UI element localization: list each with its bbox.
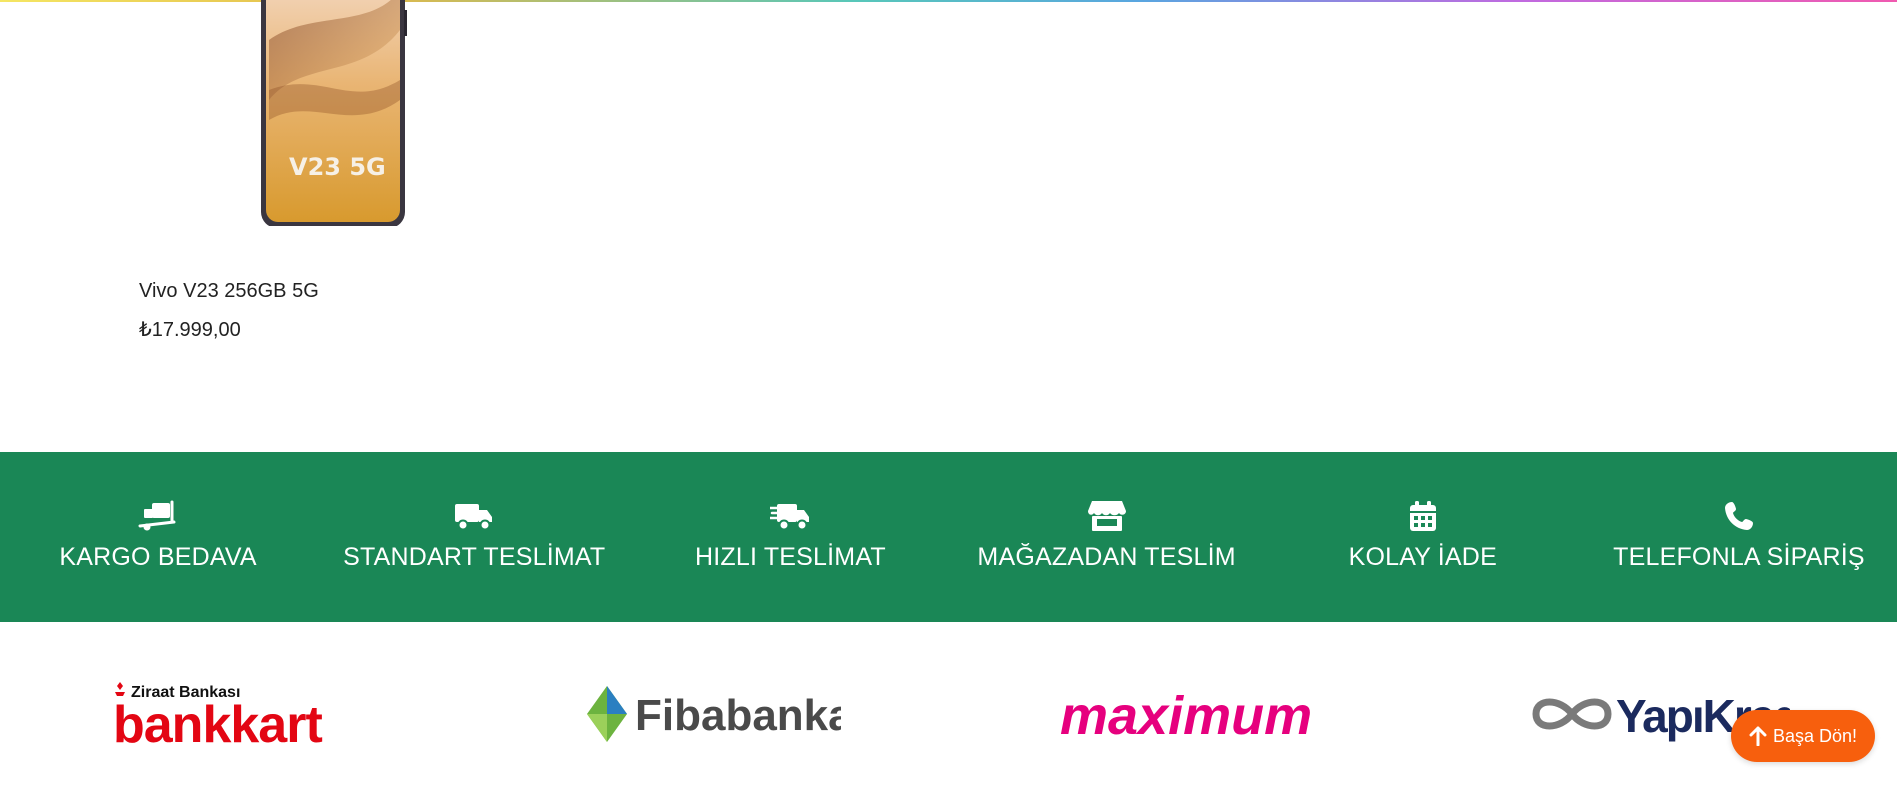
feature-magazadan-teslim: MAĞAZADAN TESLİM [949,452,1265,622]
bank-logos-row: Ziraat Bankası bankkart Fibabanka maximu… [0,622,1897,787]
feature-kolay-iade: KOLAY İADE [1265,452,1581,622]
fast-truck-icon [770,499,810,533]
product-image[interactable]: V23 5G [261,0,541,226]
feature-standart-teslimat: STANDART TESLİMAT [316,452,632,622]
product-name[interactable]: Vivo V23 256GB 5G [139,280,319,303]
bank-logo-maximum[interactable]: maximum [949,622,1423,787]
store-icon [1087,499,1127,533]
feature-telefonla-siparis: TELEFONLA SİPARİŞ [1581,452,1897,622]
phone-model-text: V23 5G [289,153,386,181]
bank-logo-bankkart[interactable]: Ziraat Bankası bankkart [0,622,474,787]
truck-icon [454,499,494,533]
calendar-icon [1403,499,1443,533]
product-price: ₺17.999,00 [139,319,241,341]
arrow-up-icon [1749,726,1767,746]
svg-text:maximum: maximum [1060,686,1312,746]
bankkart-logo: Ziraat Bankası bankkart [113,682,324,748]
svg-text:bankkart: bankkart [113,696,322,748]
maximum-logo: maximum [1060,686,1312,746]
feature-label: STANDART TESLİMAT [343,542,606,571]
feature-label: KOLAY İADE [1348,542,1497,571]
back-to-top-button[interactable]: Başa Dön! [1731,710,1875,762]
back-to-top-label: Başa Dön! [1772,725,1858,746]
bank-logo-fibabanka[interactable]: Fibabanka [474,622,948,787]
feature-label: KARGO BEDAVA [59,542,257,571]
feature-label: MAĞAZADAN TESLİM [977,542,1236,571]
phone-icon [1719,499,1759,533]
fibabanka-logo: Fibabanka [587,686,841,742]
feature-kargo-bedava: KARGO BEDAVA [0,452,316,622]
feature-label: HIZLI TESLİMAT [695,542,886,571]
hand-truck-icon [138,499,178,533]
features-band: KARGO BEDAVA STANDART TESLİMAT HIZLI TES… [0,452,1897,622]
feature-hizli-teslimat: HIZLI TESLİMAT [632,452,948,622]
svg-text:Fibabanka: Fibabanka [635,691,841,740]
bank-logo-yapikredi[interactable]: YapıKredi [1423,622,1897,787]
feature-label: TELEFONLA SİPARİŞ [1613,542,1865,571]
product-card[interactable]: V23 5G Vivo V23 256GB 5G ₺17.999,00 [139,0,459,360]
